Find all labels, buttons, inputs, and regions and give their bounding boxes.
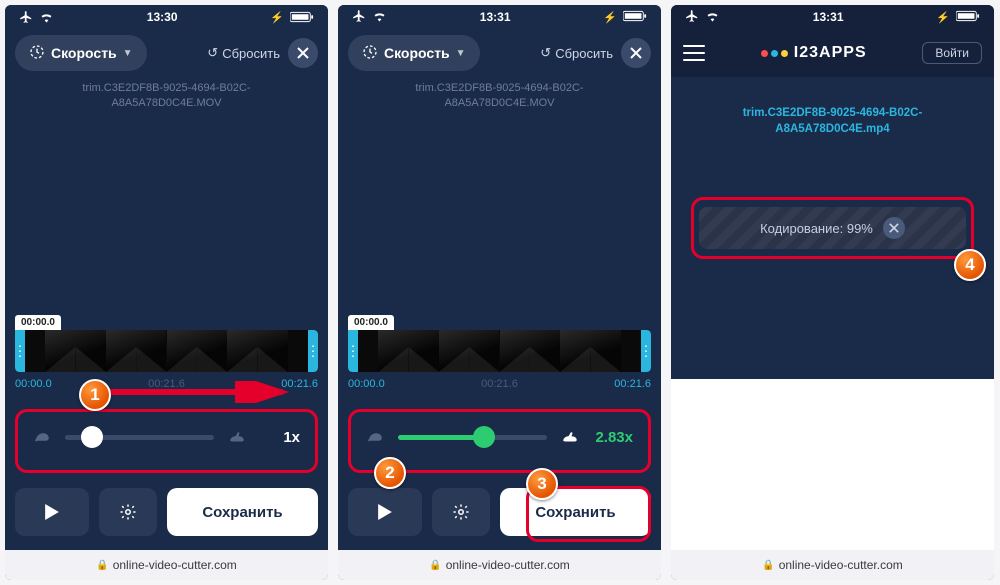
turtle-icon — [366, 430, 384, 444]
browser-url-bar[interactable]: 🔒 online-video-cutter.com — [338, 550, 661, 580]
speed-value: 1x — [260, 429, 300, 446]
play-button[interactable] — [15, 488, 89, 536]
timeline-strip[interactable] — [348, 330, 651, 372]
speed-slider[interactable] — [398, 435, 547, 440]
speed-label: Скорость — [51, 45, 117, 61]
apps-header: I23APPS Войти — [671, 29, 994, 77]
timeline: 00:00.0 00:00.0 00:21.6 00:21.6 — [5, 312, 328, 390]
filename-label: trim.C3E2DF8B-9025-4694-B02C- A8A5A78D0C… — [671, 105, 994, 137]
airplane-icon — [352, 9, 366, 26]
save-button[interactable]: Сохранить — [167, 488, 318, 536]
status-bar: 13:31 ⚡ — [338, 5, 661, 29]
battery-icon — [956, 10, 980, 25]
play-button[interactable] — [348, 488, 422, 536]
hamburger-icon[interactable] — [683, 45, 705, 61]
editor-toolbar: Скорость ▼ ↺ Сбросить — [338, 29, 661, 77]
white-area — [671, 379, 994, 550]
filename-label: trim.C3E2DF8B-9025-4694-B02C- A8A5A78D0C… — [338, 81, 661, 111]
rabbit-icon — [228, 430, 246, 444]
bottom-bar: Сохранить — [5, 466, 328, 550]
turtle-icon — [33, 430, 51, 444]
timeline: 00:00.0 00:00.0 00:21.6 00:21.6 — [338, 312, 661, 390]
trim-handle-left[interactable] — [348, 330, 358, 372]
trim-handle-right[interactable] — [308, 330, 318, 372]
trim-handle-right[interactable] — [641, 330, 651, 372]
url-text: online-video-cutter.com — [113, 558, 237, 572]
screenshot-2: 13:31 ⚡ Скорость ▼ ↺ Сбросить trim.C3E2D… — [338, 5, 661, 580]
battery-icon — [623, 10, 647, 25]
status-time: 13:31 — [813, 10, 844, 24]
close-button[interactable] — [621, 38, 651, 68]
tl-time-right: 00:21.6 — [614, 378, 651, 390]
speed-icon — [362, 44, 378, 63]
battery-icon — [290, 11, 314, 23]
undo-icon: ↺ — [207, 45, 218, 61]
timeline-strip[interactable] — [15, 330, 318, 372]
reset-button[interactable]: ↺ Сбросить — [540, 45, 613, 61]
browser-url-bar[interactable]: 🔒 online-video-cutter.com — [671, 550, 994, 580]
undo-icon: ↺ — [540, 45, 551, 61]
bottom-bar: Сохранить — [338, 466, 661, 550]
tl-time-right: 00:21.6 — [281, 378, 318, 390]
trim-handle-left[interactable] — [15, 330, 25, 372]
lock-icon: 🔒 — [96, 560, 108, 571]
speed-slider-panel: 2.83x — [348, 408, 651, 466]
status-time: 13:31 — [480, 10, 511, 24]
slider-thumb[interactable] — [81, 426, 103, 448]
speed-dropdown[interactable]: Скорость ▼ — [348, 35, 480, 71]
speed-slider-panel: 1x — [15, 408, 318, 466]
chevron-down-icon: ▼ — [456, 48, 466, 59]
screenshot-1: 13:30 ⚡ Скорость ▼ ↺ Сбросить trim.C3E2D… — [5, 5, 328, 580]
wifi-icon — [39, 11, 54, 23]
browser-url-bar[interactable]: 🔒 online-video-cutter.com — [5, 550, 328, 580]
bluetooth-icon: ⚡ — [270, 11, 284, 24]
wifi-icon — [372, 10, 387, 25]
timeline-start-label: 00:00.0 — [348, 315, 394, 330]
tl-time-left: 00:00.0 — [348, 378, 385, 390]
tl-time-mid: 00:21.6 — [481, 378, 518, 390]
wifi-icon — [705, 10, 720, 25]
encoding-label: Кодирование: 99% — [760, 221, 873, 236]
status-time: 13:30 — [147, 10, 178, 24]
timeline-start-label: 00:00.0 — [15, 315, 61, 330]
lock-icon: 🔒 — [762, 560, 774, 571]
editor-toolbar: Скорость ▼ ↺ Сбросить — [5, 29, 328, 77]
bluetooth-icon: ⚡ — [936, 11, 950, 24]
status-bar: 13:30 ⚡ — [5, 5, 328, 29]
login-button[interactable]: Войти — [922, 42, 982, 64]
encoding-progress: Кодирование: 99% — [699, 207, 966, 249]
speed-icon — [29, 44, 45, 63]
save-button[interactable]: Сохранить — [500, 488, 651, 536]
speed-value: 2.83x — [593, 429, 633, 446]
cancel-encoding-button[interactable] — [883, 217, 905, 239]
close-button[interactable] — [288, 38, 318, 68]
reset-button[interactable]: ↺ Сбросить — [207, 45, 280, 61]
filename-label: trim.C3E2DF8B-9025-4694-B02C- A8A5A78D0C… — [5, 81, 328, 111]
status-bar: 13:31 ⚡ — [671, 5, 994, 29]
bluetooth-icon: ⚡ — [603, 11, 617, 24]
speed-dropdown[interactable]: Скорость ▼ — [15, 35, 147, 71]
slider-thumb[interactable] — [473, 426, 495, 448]
annotation-badge-4: 4 — [954, 249, 986, 281]
tl-time-mid: 00:21.6 — [148, 378, 185, 390]
speed-slider[interactable] — [65, 435, 214, 440]
airplane-icon — [19, 10, 33, 24]
chevron-down-icon: ▼ — [123, 48, 133, 59]
screenshot-3: 13:31 ⚡ I23APPS Войти trim.C3E2DF8B-9025… — [671, 5, 994, 580]
settings-button[interactable] — [432, 488, 490, 536]
logo: I23APPS — [715, 44, 912, 62]
settings-button[interactable] — [99, 488, 157, 536]
lock-icon: 🔒 — [429, 560, 441, 571]
rabbit-icon — [561, 430, 579, 444]
airplane-icon — [685, 9, 699, 26]
tl-time-left: 00:00.0 — [15, 378, 52, 390]
